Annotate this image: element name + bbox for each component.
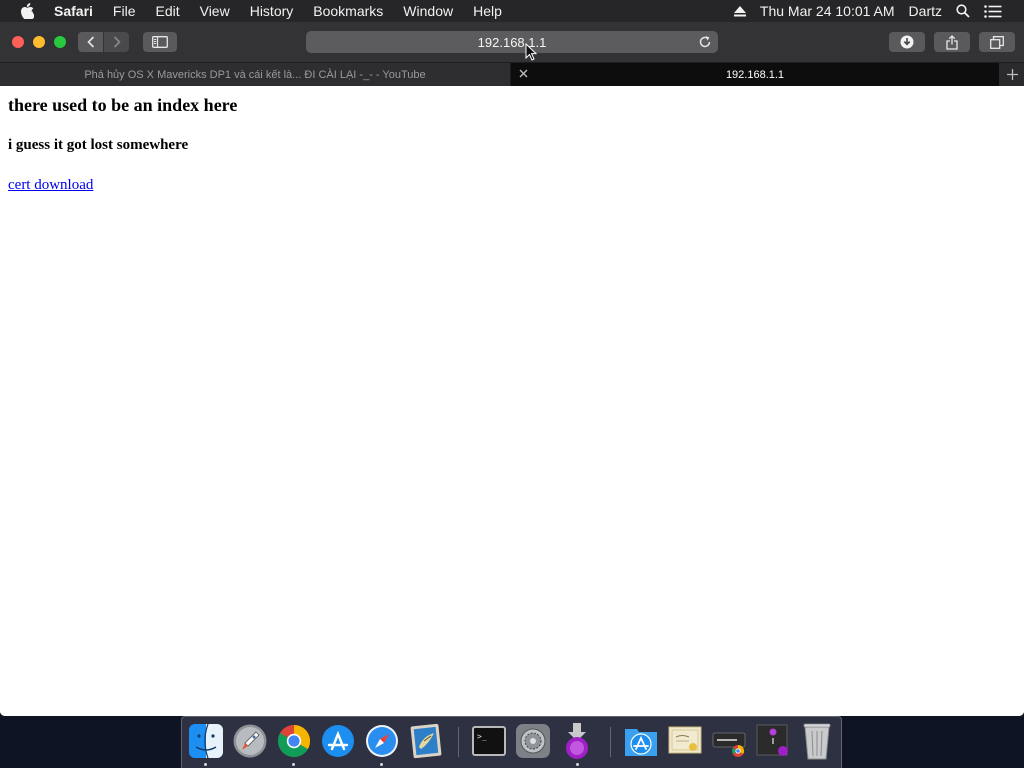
eject-icon[interactable] <box>733 5 746 17</box>
forward-button[interactable] <box>104 32 129 52</box>
menu-file[interactable]: File <box>113 3 136 19</box>
launchpad-icon[interactable] <box>231 722 269 760</box>
share-button[interactable] <box>934 32 970 52</box>
dock-separator <box>458 727 459 757</box>
menu-edit[interactable]: Edit <box>155 3 179 19</box>
running-indicator <box>204 763 207 766</box>
page-subheading: i guess it got lost somewhere <box>8 137 189 153</box>
menu-history[interactable]: History <box>250 3 294 19</box>
address-bar[interactable]: 192.168.1.1 <box>306 31 718 53</box>
zoom-window-button[interactable] <box>54 36 66 48</box>
apple-menu-icon[interactable] <box>20 3 40 19</box>
share-icon <box>946 34 958 50</box>
system-preferences-icon[interactable] <box>514 722 552 760</box>
dock: >_ <box>181 716 842 768</box>
app-store-icon[interactable] <box>319 722 357 760</box>
tab-youtube[interactable]: Phá hủy OS X Mavericks DP1 và cái kết là… <box>0 63 511 86</box>
certificate-icon[interactable] <box>666 722 704 760</box>
user-name[interactable]: Dartz <box>909 3 942 19</box>
menu-window[interactable]: Window <box>403 3 453 19</box>
toolbar: 192.168.1.1 <box>0 22 1024 63</box>
preview-icon[interactable] <box>407 722 445 760</box>
menu-help[interactable]: Help <box>473 3 502 19</box>
clock[interactable]: Thu Mar 24 10:01 AM <box>760 3 895 19</box>
cert-download-link[interactable]: cert download <box>8 177 93 194</box>
show-all-tabs-button[interactable] <box>979 32 1015 52</box>
running-indicator <box>292 763 295 766</box>
chevron-left-icon <box>86 36 94 48</box>
dock-separator <box>610 727 611 757</box>
close-window-button[interactable] <box>12 36 24 48</box>
new-tab-button[interactable] <box>1000 63 1024 86</box>
reload-icon[interactable] <box>698 35 712 52</box>
svg-text:>_: >_ <box>477 732 487 741</box>
sidebar-toggle-button[interactable] <box>143 32 177 52</box>
menu-bookmarks[interactable]: Bookmarks <box>313 3 383 19</box>
terminal-icon[interactable]: >_ <box>470 722 508 760</box>
tab-active[interactable]: 192.168.1.1 <box>511 63 999 86</box>
tab-bar: Phá hủy OS X Mavericks DP1 và cái kết là… <box>0 63 1024 86</box>
downloads-button[interactable] <box>889 32 925 52</box>
minimize-window-button[interactable] <box>33 36 45 48</box>
plus-icon <box>1006 69 1018 80</box>
tab-title: 192.168.1.1 <box>725 68 785 81</box>
download-icon <box>900 35 914 49</box>
tabs-overview-icon <box>990 35 1004 49</box>
installer-icon[interactable] <box>558 722 596 760</box>
chevron-right-icon <box>113 36 121 48</box>
notification-center-icon[interactable] <box>984 4 1002 18</box>
running-indicator <box>380 763 383 766</box>
installer-package-icon[interactable] <box>754 722 792 760</box>
web-page: there used to be an index here i guess i… <box>0 86 1024 716</box>
safari-icon[interactable] <box>363 722 401 760</box>
page-heading: there used to be an index here <box>8 95 238 115</box>
sidebar-icon <box>152 36 168 48</box>
back-button[interactable] <box>78 32 103 52</box>
close-tab-icon[interactable] <box>519 69 528 81</box>
trash-icon[interactable] <box>798 722 836 760</box>
running-indicator <box>576 763 579 766</box>
chrome-installer-icon[interactable] <box>710 722 748 760</box>
applications-folder-icon[interactable] <box>622 722 660 760</box>
chrome-icon[interactable] <box>275 722 313 760</box>
spotlight-search-icon[interactable] <box>956 4 970 18</box>
menu-view[interactable]: View <box>200 3 230 19</box>
mouse-cursor-icon <box>525 43 537 61</box>
menu-bar: Safari File Edit View History Bookmarks … <box>0 0 1024 22</box>
tab-title: Phá hủy OS X Mavericks DP1 và cái kết là… <box>84 68 426 81</box>
menu-safari[interactable]: Safari <box>54 3 93 19</box>
safari-window: 192.168.1.1 Phá hủy OS X Mavericks DP1 v… <box>0 22 1024 716</box>
finder-icon[interactable] <box>187 722 225 760</box>
